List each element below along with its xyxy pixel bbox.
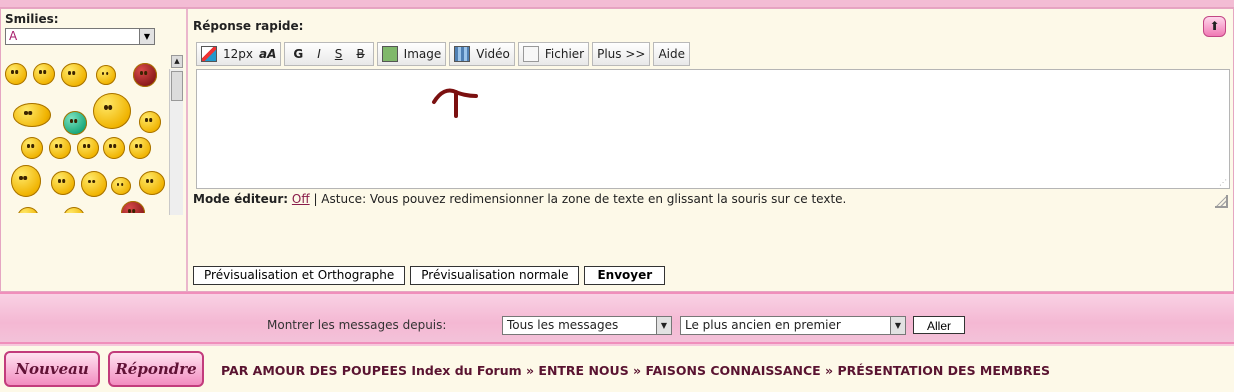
breadcrumb[interactable]: PAR AMOUR DES POUPEES Index du Forum » E… (221, 363, 1050, 378)
editor-toolbar: 12px aA G I S B Image Vidéo Fichier Plus… (196, 42, 690, 66)
image-label: Image (403, 47, 442, 61)
smiley-icon[interactable] (51, 171, 75, 195)
smiley-icon[interactable] (93, 93, 131, 129)
italic-button[interactable]: I (317, 47, 321, 61)
font-toggle-button[interactable]: aA (259, 47, 276, 61)
smiley-icon[interactable] (139, 171, 165, 195)
smiley-icon[interactable] (129, 137, 151, 159)
reply-editor-area: Réponse rapide: ⬆ 12px aA G I S B Image … (190, 9, 1233, 291)
file-button[interactable]: Fichier (517, 42, 590, 66)
since-value: Tous les messages (507, 318, 619, 332)
preview-spell-button[interactable]: Prévisualisation et Orthographe (193, 266, 406, 285)
go-button[interactable]: Aller (913, 316, 965, 334)
font-size-select[interactable]: 12px (223, 47, 253, 61)
mode-tip: | Astuce: Vous pouvez redimensionner la … (313, 192, 847, 206)
quick-reply-panel: Smilies: A ▼ ▲ Réponse rapide: ⬆ 12px aA… (0, 8, 1234, 292)
smiley-icon[interactable] (77, 137, 99, 159)
order-value: Le plus ancien en premier (685, 318, 841, 332)
smilies-title: Smilies: (5, 12, 59, 26)
smiley-icon[interactable] (133, 63, 157, 87)
footer-bar: Nouveau Répondre PAR AMOUR DES POUPEES I… (0, 346, 1234, 392)
smiley-icon[interactable] (103, 137, 125, 159)
smiley-icon[interactable] (21, 137, 43, 159)
file-label: Fichier (544, 47, 585, 61)
image-button[interactable]: Image (376, 42, 447, 66)
reply-actions: Prévisualisation et Orthographe Prévisua… (193, 266, 666, 285)
scroll-top-button[interactable]: ⬆ (1203, 16, 1226, 37)
help-label: Aide (658, 47, 685, 61)
file-icon (522, 46, 539, 62)
since-select[interactable]: Tous les messages ▼ (502, 316, 672, 335)
reply-button[interactable]: Répondre (108, 351, 204, 387)
underline-button[interactable]: S (335, 47, 343, 61)
smilies-category-select[interactable]: A ▼ (5, 28, 155, 45)
arrow-up-icon: ⬆ (1209, 19, 1220, 33)
textarea-grip-icon[interactable]: ⋰ (1219, 178, 1227, 187)
more-button[interactable]: Plus >> (592, 42, 651, 66)
editor-mode-line: Mode éditeur: Off | Astuce: Vous pouvez … (193, 192, 846, 206)
video-icon (454, 46, 471, 62)
font-tools: 12px aA (196, 42, 282, 66)
smilies-scrollbar[interactable]: ▲ (169, 55, 183, 215)
smilies-grid (3, 53, 167, 213)
mode-label: Mode éditeur: (193, 192, 289, 206)
message-filter-bar: Montrer les messages depuis: Tous les me… (0, 292, 1234, 344)
image-icon (381, 46, 398, 62)
message-textarea[interactable]: ⋰ (196, 69, 1230, 189)
smiley-icon[interactable] (96, 65, 116, 85)
chevron-down-icon[interactable]: ▼ (139, 29, 154, 44)
filter-label: Montrer les messages depuis: (267, 318, 447, 332)
smiley-icon[interactable] (17, 207, 39, 213)
smiley-icon[interactable] (121, 201, 145, 213)
smiley-icon[interactable] (61, 63, 87, 87)
new-topic-button[interactable]: Nouveau (4, 351, 100, 387)
strike-button[interactable]: B (356, 47, 364, 61)
order-select[interactable]: Le plus ancien en premier ▼ (680, 316, 906, 335)
top-border-strip (0, 0, 1234, 8)
more-label: Plus >> (597, 47, 646, 61)
smilies-panel: Smilies: A ▼ ▲ (1, 9, 188, 291)
smiley-icon[interactable] (111, 177, 131, 195)
video-label: Vidéo (476, 47, 510, 61)
reply-title: Réponse rapide: (193, 19, 304, 33)
chevron-down-icon[interactable]: ▼ (656, 317, 671, 334)
chevron-down-icon[interactable]: ▼ (890, 317, 905, 334)
smilies-category-value: A (9, 29, 18, 43)
mode-toggle-link[interactable]: Off (292, 192, 310, 206)
smiley-icon[interactable] (11, 165, 41, 197)
smiley-icon[interactable] (13, 103, 51, 127)
smiley-icon[interactable] (63, 207, 85, 213)
smiley-icon[interactable] (139, 111, 161, 133)
send-button[interactable]: Envoyer (584, 266, 666, 285)
help-button[interactable]: Aide (653, 42, 690, 66)
smiley-icon[interactable] (81, 171, 107, 197)
smiley-icon[interactable] (63, 111, 87, 135)
bold-button[interactable]: G (293, 47, 303, 61)
text-size-icon[interactable] (201, 46, 217, 62)
video-button[interactable]: Vidéo (449, 42, 515, 66)
scroll-thumb[interactable] (171, 71, 183, 101)
scroll-up-icon[interactable]: ▲ (171, 55, 183, 68)
hand-drawn-arrow-icon (432, 88, 478, 118)
preview-normal-button[interactable]: Prévisualisation normale (410, 266, 580, 285)
smiley-icon[interactable] (33, 63, 55, 85)
format-tools: G I S B (284, 42, 374, 66)
resize-grip-icon[interactable] (1215, 195, 1228, 208)
smiley-icon[interactable] (49, 137, 71, 159)
smiley-icon[interactable] (5, 63, 27, 85)
